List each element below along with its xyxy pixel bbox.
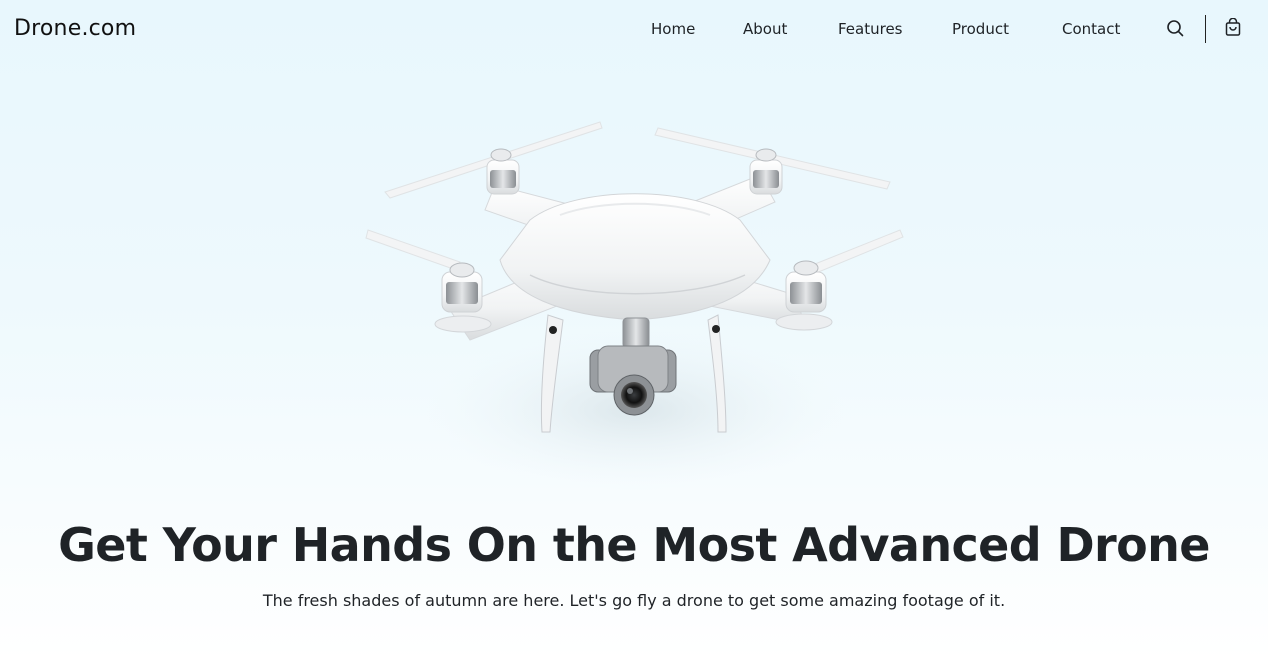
nav-link-home[interactable]: Home [651, 20, 695, 38]
navbar: Drone.com Home About Features Product Co… [0, 0, 1268, 60]
search-icon [1167, 20, 1184, 37]
main-nav: Home About Features Product Contact [0, 20, 1268, 40]
hero-title: Get Your Hands On the Most Advanced Dron… [58, 518, 1210, 572]
nav-link-product[interactable]: Product [952, 20, 1009, 38]
nav-link-contact[interactable]: Contact [1062, 20, 1120, 38]
nav-link-about[interactable]: About [743, 20, 787, 38]
shopping-bag-icon [1225, 17, 1241, 36]
nav-divider [1205, 15, 1206, 43]
cart-button[interactable] [1223, 17, 1243, 38]
search-button[interactable] [1165, 18, 1185, 38]
drone-image [360, 110, 908, 500]
nav-link-features[interactable]: Features [838, 20, 903, 38]
hero-subtitle: The fresh shades of autumn are here. Let… [262, 591, 1006, 610]
